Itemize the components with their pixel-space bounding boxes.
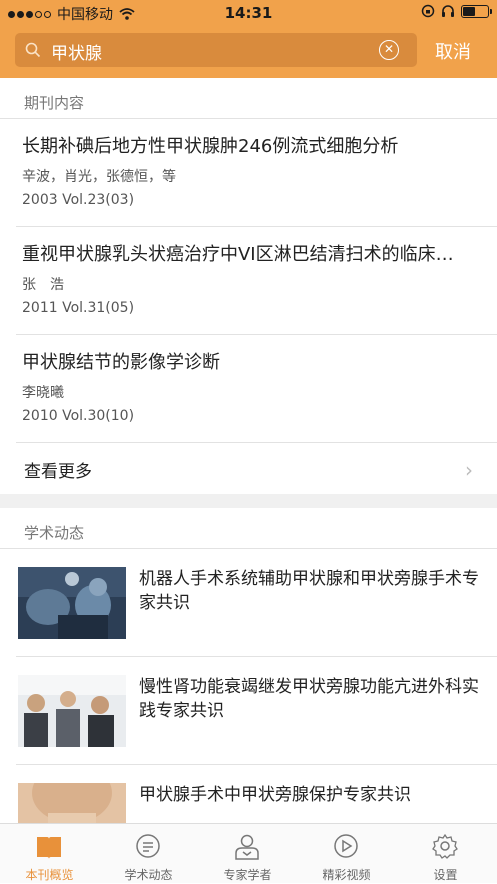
article-authors: 辛波，肖光，张德恒，等 bbox=[22, 169, 176, 185]
article-issue: 2003 Vol.23(03) bbox=[22, 192, 135, 208]
tab-bar: 本刊概览 学术动态 专家学者 精彩视频 设置 bbox=[0, 823, 497, 883]
news-title[interactable]: 慢性肾功能衰竭继发甲状旁腺功能亢进外科实践专家共识 bbox=[139, 675, 479, 723]
tab-label: 设置 bbox=[433, 868, 458, 882]
search-bar[interactable]: 甲状腺 ✕ bbox=[15, 33, 417, 67]
article-issue: 2010 Vol.30(10) bbox=[22, 408, 135, 424]
section-title-journal: 期刊内容 bbox=[24, 94, 85, 112]
divider bbox=[16, 334, 497, 335]
article-item[interactable]: 重视甲状腺乳头状癌治疗中VI区淋巴结清扫术的临床… 张 浩 2011 Vol.3… bbox=[22, 240, 482, 316]
search-input[interactable]: 甲状腺 bbox=[51, 39, 102, 64]
news-item[interactable]: 机器人手术系统辅助甲状腺和甲状旁腺手术专家共识 bbox=[18, 567, 488, 639]
news-title[interactable]: 机器人手术系统辅助甲状腺和甲状旁腺手术专家共识 bbox=[139, 567, 479, 615]
battery-icon bbox=[461, 4, 492, 18]
headphones-icon bbox=[442, 5, 454, 17]
person-icon bbox=[235, 834, 259, 860]
divider bbox=[16, 656, 497, 657]
section-separator bbox=[0, 494, 497, 508]
book-icon bbox=[37, 837, 61, 859]
article-authors: 李晓曦 bbox=[22, 385, 64, 401]
cancel-button[interactable]: 取消 bbox=[435, 38, 471, 64]
article-item[interactable]: 甲状腺结节的影像学诊断 李晓曦 2010 Vol.30(10) bbox=[22, 348, 482, 424]
clear-search-icon[interactable]: ✕ bbox=[379, 40, 399, 60]
news-thumbnail-meeting bbox=[18, 675, 126, 747]
article-item[interactable]: 长期补碘后地方性甲状腺肿246例流式细胞分析 辛波，肖光，张德恒，等 2003 … bbox=[22, 132, 482, 208]
article-title[interactable]: 甲状腺结节的影像学诊断 bbox=[22, 348, 482, 374]
tab-academic[interactable]: 学术动态 bbox=[99, 824, 198, 884]
news-title[interactable]: 甲状腺手术中甲状旁腺保护专家共识 bbox=[139, 783, 479, 807]
article-title[interactable]: 长期补碘后地方性甲状腺肿246例流式细胞分析 bbox=[22, 132, 482, 158]
play-icon bbox=[334, 834, 358, 858]
view-more-button[interactable]: 查看更多 bbox=[24, 457, 92, 482]
divider bbox=[0, 548, 497, 549]
news-thumbnail-surgery bbox=[18, 567, 126, 639]
tab-videos[interactable]: 精彩视频 bbox=[297, 824, 396, 884]
gear-icon bbox=[432, 833, 458, 859]
divider bbox=[16, 226, 497, 227]
header: 中国移动 14:31 甲状腺 ✕ 取消 bbox=[0, 0, 497, 78]
chat-icon bbox=[136, 834, 160, 858]
divider bbox=[0, 118, 497, 119]
news-thumbnail-neck bbox=[18, 783, 126, 823]
tab-settings[interactable]: 设置 bbox=[396, 824, 495, 884]
rotation-lock-icon bbox=[421, 4, 435, 18]
section-title-academic: 学术动态 bbox=[24, 524, 85, 542]
divider bbox=[16, 764, 497, 765]
tab-label: 专家学者 bbox=[223, 868, 272, 882]
search-icon bbox=[25, 42, 41, 58]
article-authors: 张 浩 bbox=[22, 277, 64, 293]
status-bar: 中国移动 14:31 bbox=[0, 0, 497, 26]
tab-label: 本刊概览 bbox=[25, 868, 74, 882]
chevron-right-icon[interactable]: › bbox=[465, 458, 473, 482]
article-title[interactable]: 重视甲状腺乳头状癌治疗中VI区淋巴结清扫术的临床… bbox=[22, 240, 482, 266]
tab-overview[interactable]: 本刊概览 bbox=[0, 824, 99, 884]
tab-label: 学术动态 bbox=[124, 868, 173, 882]
news-item[interactable]: 慢性肾功能衰竭继发甲状旁腺功能亢进外科实践专家共识 bbox=[18, 675, 488, 747]
article-issue: 2011 Vol.31(05) bbox=[22, 300, 135, 316]
divider bbox=[16, 442, 497, 443]
tab-experts[interactable]: 专家学者 bbox=[198, 824, 297, 884]
tab-label: 精彩视频 bbox=[322, 868, 371, 882]
news-item[interactable]: 甲状腺手术中甲状旁腺保护专家共识 bbox=[18, 783, 488, 823]
